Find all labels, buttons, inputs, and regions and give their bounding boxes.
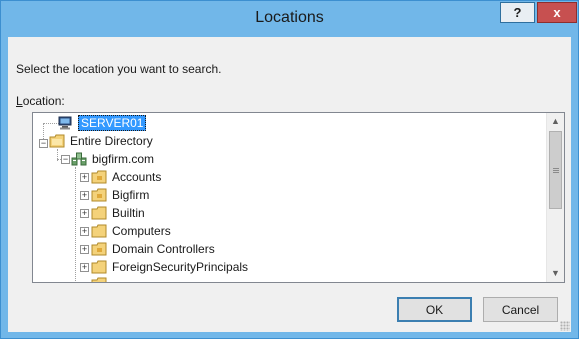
tree-item-label: Computers <box>112 224 171 238</box>
tree-item-label: Builtin <box>112 206 145 220</box>
close-button[interactable]: x <box>537 2 577 23</box>
location-accelerator: L <box>16 94 23 108</box>
expand-toggle[interactable]: + <box>80 173 89 182</box>
tree-item-label: Domain Controllers <box>112 242 215 256</box>
tree-item-builtin[interactable]: Builtin <box>91 204 145 222</box>
scrollbar-thumb[interactable] <box>549 131 562 209</box>
cancel-button[interactable]: Cancel <box>483 297 558 322</box>
vertical-scrollbar[interactable]: ▲ ▼ <box>546 113 564 282</box>
tree-item-label: Bigfirm <box>112 188 150 202</box>
folder-icon <box>91 188 107 202</box>
expand-toggle[interactable]: + <box>80 191 89 200</box>
resize-grip-icon[interactable] <box>560 321 570 331</box>
instruction-text: Select the location you want to search. <box>16 62 222 76</box>
tree-item-label: Accounts <box>112 170 162 184</box>
tree-item-bigfirm[interactable]: Bigfirm <box>91 186 149 204</box>
title-bar[interactable]: Locations ? x <box>1 1 578 37</box>
tree-item-entire-directory[interactable]: Entire Directory <box>49 132 153 150</box>
ok-button[interactable]: OK <box>397 297 472 322</box>
collapse-toggle[interactable]: − <box>61 155 70 164</box>
scroll-up-arrow-icon[interactable]: ▲ <box>547 113 564 130</box>
tree-item-foreign-security-principals[interactable]: ForeignSecurityPrincipals <box>91 258 248 276</box>
tree-item-label: bigfirm.com <box>92 152 155 166</box>
dialog-title: Locations <box>255 9 324 26</box>
tree-item-label: Entire Directory <box>70 134 153 148</box>
expand-toggle[interactable]: + <box>80 227 89 236</box>
expand-toggle[interactable]: + <box>80 209 89 218</box>
tree-item-server01[interactable]: SERVER01 <box>57 114 147 132</box>
location-label: Location: <box>16 94 65 108</box>
expand-toggle[interactable]: + <box>80 263 89 272</box>
tree-item-label: ForeignSecurityPrincipals <box>112 260 249 274</box>
folder-icon <box>91 260 107 274</box>
folder-icon <box>91 242 107 256</box>
locations-dialog: Locations ? x Select the location you wa… <box>0 0 579 339</box>
tree-item-label: SERVER01 <box>78 115 147 131</box>
help-button[interactable]: ? <box>500 2 535 23</box>
tree-item-domain-controllers[interactable]: Domain Controllers <box>91 240 215 258</box>
collapse-toggle[interactable]: − <box>39 139 48 148</box>
folder-icon <box>91 277 107 282</box>
scroll-down-arrow-icon[interactable]: ▼ <box>547 265 564 282</box>
folder-icon <box>91 206 107 220</box>
expand-toggle[interactable]: + <box>80 245 89 254</box>
folder-icon <box>91 224 107 238</box>
directory-icon <box>49 134 65 148</box>
location-tree[interactable]: SERVER01 − Entire Directory − bigfirm.co… <box>32 112 565 283</box>
tree-item-computers[interactable]: Computers <box>91 222 171 240</box>
tree-item-accounts[interactable]: Accounts <box>91 168 161 186</box>
domain-icon <box>71 152 87 166</box>
tree-item-bigfirm-com[interactable]: bigfirm.com <box>71 150 154 168</box>
computer-icon <box>58 116 72 130</box>
location-label-text: ocation: <box>22 94 65 108</box>
dialog-body: Select the location you want to search. … <box>8 37 571 332</box>
folder-icon <box>91 170 107 184</box>
